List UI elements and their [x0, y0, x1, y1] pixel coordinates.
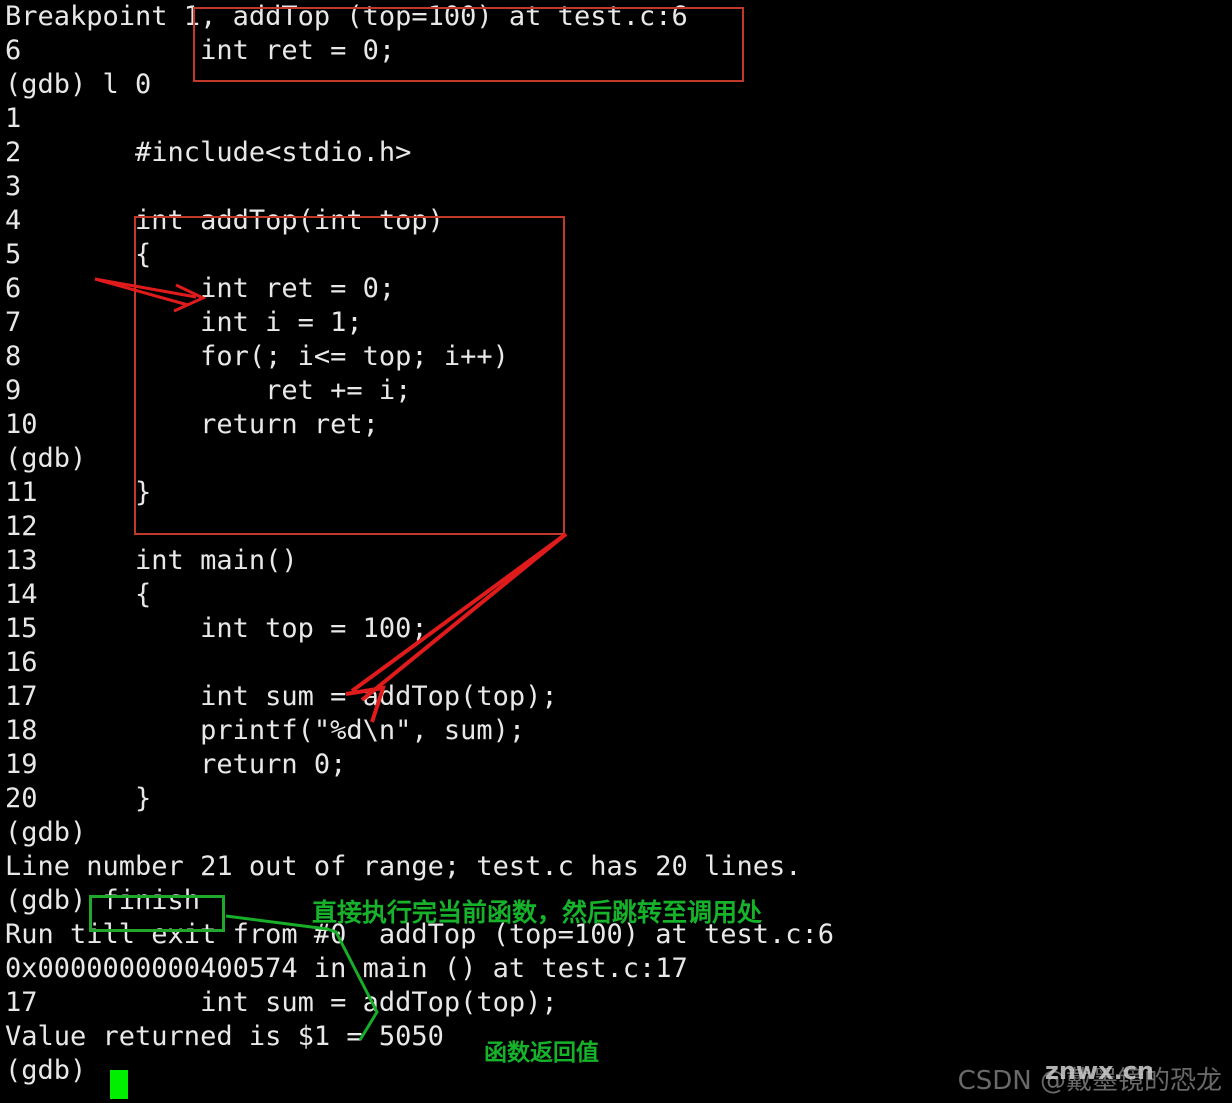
terminal-line: 20 }	[5, 783, 152, 814]
terminal-line: 19 return 0;	[5, 749, 347, 780]
terminal-line: (gdb)	[5, 443, 87, 474]
terminal-line: 13 int main()	[5, 545, 298, 576]
znwx-watermark: znwx.cn	[1044, 1057, 1154, 1085]
terminal-line: 16	[5, 647, 38, 678]
terminal-line: 1	[5, 103, 22, 134]
terminal-line: 12	[5, 511, 38, 542]
terminal-line: 15 int top = 100;	[5, 613, 428, 644]
terminal-line: 14 {	[5, 579, 152, 610]
gdb-terminal-output[interactable]: Breakpoint 1, addTop (top=100) at test.c…	[0, 0, 1232, 1103]
terminal-line: (gdb)	[5, 817, 87, 848]
return-value-note: 函数返回值	[484, 1040, 599, 1066]
terminal-line: Line number 21 out of range; test.c has …	[5, 851, 802, 882]
terminal-line: 0x0000000000400574 in main () at test.c:…	[5, 953, 688, 984]
finish-command-highlight-box	[89, 895, 225, 932]
terminal-line: 17 int sum = addTop(top);	[5, 681, 558, 712]
terminal-line: 5 {	[5, 239, 152, 270]
terminal-line: 3	[5, 171, 22, 202]
terminal-line: (gdb) l 0	[5, 69, 152, 100]
terminal-line: 11 }	[5, 477, 152, 508]
terminal-line: 17 int sum = addTop(top);	[5, 987, 558, 1018]
addTop-function-highlight-box	[134, 216, 565, 535]
terminal-line: 18 printf("%d\n", sum);	[5, 715, 526, 746]
finish-command-note: 直接执行完当前函数，然后跳转至调用处	[312, 898, 763, 927]
terminal-line: (gdb)	[5, 1055, 87, 1086]
terminal-line: Value returned is $1 = 5050	[5, 1021, 444, 1052]
terminal-line: 2 #include<stdio.h>	[5, 137, 412, 168]
breakpoint-location-highlight-box	[193, 7, 744, 82]
terminal-cursor	[110, 1070, 128, 1099]
